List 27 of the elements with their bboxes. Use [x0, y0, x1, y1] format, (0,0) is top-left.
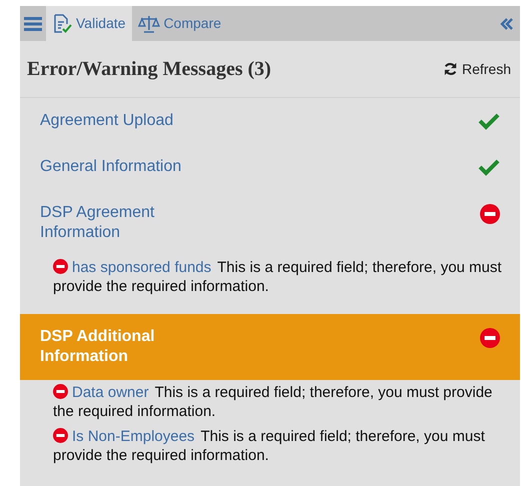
error-icon [53, 384, 68, 399]
section-header[interactable]: DSP Agreement Information [20, 190, 520, 256]
field-link[interactable]: has sponsored funds [72, 259, 212, 276]
error-message: Data owner This is a required field; therefore, you must provide the required information. [53, 383, 494, 421]
refresh-icon [442, 62, 458, 76]
error-message: Is Non-Employees This is a required field; therefore, you must provide the required information. [53, 427, 486, 465]
section-title: Agreement Upload [40, 111, 174, 131]
scale-icon [138, 14, 160, 32]
section-title: DSP Agreement Information [40, 203, 156, 243]
section-header[interactable]: General Information [20, 144, 520, 190]
field-link[interactable]: Data owner [72, 384, 149, 401]
error-icon [480, 204, 500, 224]
error-icon [53, 259, 68, 274]
field-link[interactable]: Is Non-Employees [72, 428, 195, 445]
panel-title: Error/Warning Messages (3) [27, 57, 272, 82]
error-icon [480, 328, 500, 348]
check-icon [478, 158, 500, 176]
document-check-icon [52, 14, 72, 34]
check-icon [478, 112, 500, 130]
error-message: has sponsored funds This is a required field; therefore, you must provide the required information. [53, 258, 503, 296]
section-header-selected[interactable]: DSP Additional Information [20, 314, 520, 380]
error-icon [53, 428, 68, 443]
section-title: General Information [40, 157, 182, 177]
refresh-button[interactable]: Refresh [442, 58, 513, 80]
section-header[interactable]: Agreement Upload [20, 98, 520, 144]
tab[interactable]: Validate [46, 6, 132, 41]
section-title: DSP Additional Information [40, 327, 156, 367]
